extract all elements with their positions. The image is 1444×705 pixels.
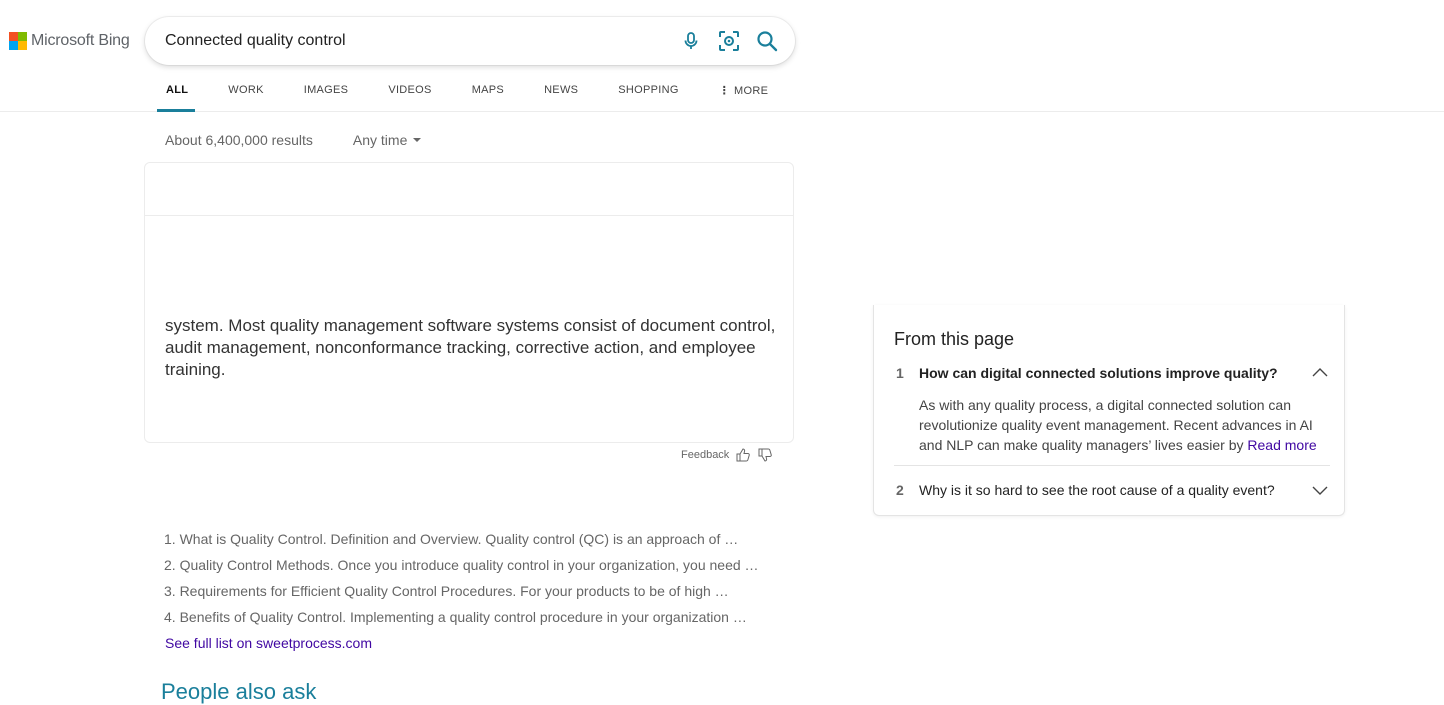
faq-question[interactable]: How can digital connected solutions impr… xyxy=(919,365,1278,381)
list-item: 2. Quality Control Methods. Once you int… xyxy=(164,557,759,573)
faq-question[interactable]: Why is it so hard to see the root cause … xyxy=(919,482,1275,498)
brand-name: Microsoft Bing xyxy=(31,32,130,49)
tab-shopping[interactable]: SHOPPING xyxy=(598,78,698,112)
steps-list: 1. What is Quality Control. Definition a… xyxy=(164,530,764,634)
bing-logo[interactable]: Microsoft Bing xyxy=(9,31,130,51)
answer-card: system. Most quality management software… xyxy=(144,162,794,443)
read-more-link[interactable]: Read more xyxy=(1247,437,1316,453)
results-info: About 6,400,000 results Any time xyxy=(165,132,422,148)
chevron-down-icon[interactable] xyxy=(1310,480,1330,500)
faq-answer: As with any quality process, a digital c… xyxy=(919,397,1317,453)
visual-search-icon[interactable] xyxy=(717,29,741,53)
list-item: 4. Benefits of Quality Control. Implemen… xyxy=(164,609,747,625)
faq-divider xyxy=(894,465,1330,466)
time-filter-dropdown[interactable]: Any time xyxy=(353,132,422,148)
feedback: Feedback xyxy=(681,447,773,463)
people-also-ask-heading: People also ask xyxy=(161,679,317,704)
tab-news[interactable]: NEWS xyxy=(524,78,598,112)
microsoft-logo-icon xyxy=(9,32,27,50)
faq-number: 2 xyxy=(896,482,904,498)
tab-images[interactable]: IMAGES xyxy=(284,78,369,112)
tab-videos[interactable]: VIDEOS xyxy=(368,78,451,112)
chevron-up-icon[interactable] xyxy=(1310,363,1330,383)
list-item: 3. Requirements for Efficient Quality Co… xyxy=(164,583,729,599)
tab-all[interactable]: ALL xyxy=(146,78,208,112)
from-this-page-panel: From this page 1 How can digital connect… xyxy=(873,305,1345,516)
results-count: About 6,400,000 results xyxy=(165,132,313,148)
feedback-label: Feedback xyxy=(681,449,730,461)
thumbs-up-icon[interactable] xyxy=(735,447,751,463)
search-icon[interactable] xyxy=(755,29,779,53)
caret-down-icon xyxy=(413,138,422,142)
nav-tabs: ALL WORK IMAGES VIDEOS MAPS NEWS SHOPPIN… xyxy=(146,78,788,112)
answer-text: system. Most quality management software… xyxy=(165,316,776,379)
faq-number: 1 xyxy=(896,365,904,381)
search-input[interactable] xyxy=(165,29,665,53)
more-dots-icon: ⋮ xyxy=(718,85,731,97)
faq-item-1: 1 How can digital connected solutions im… xyxy=(894,365,1330,465)
microphone-icon[interactable] xyxy=(679,29,703,53)
thumbs-down-icon[interactable] xyxy=(757,447,773,463)
tab-maps[interactable]: MAPS xyxy=(452,78,524,112)
see-full-list-link[interactable]: See full list on sweetprocess.com xyxy=(165,635,372,651)
tab-work[interactable]: WORK xyxy=(208,78,283,112)
card-divider xyxy=(145,215,793,216)
tab-more[interactable]: ⋮ MORE xyxy=(699,78,789,112)
header: Microsoft Bing Connected quality control… xyxy=(0,0,1444,112)
faq-item-2: 2 Why is it so hard to see the root caus… xyxy=(894,482,1330,502)
panel-title: From this page xyxy=(894,329,1015,349)
search-actions xyxy=(679,29,779,53)
search-box xyxy=(145,17,795,65)
list-item: 1. What is Quality Control. Definition a… xyxy=(164,531,739,547)
